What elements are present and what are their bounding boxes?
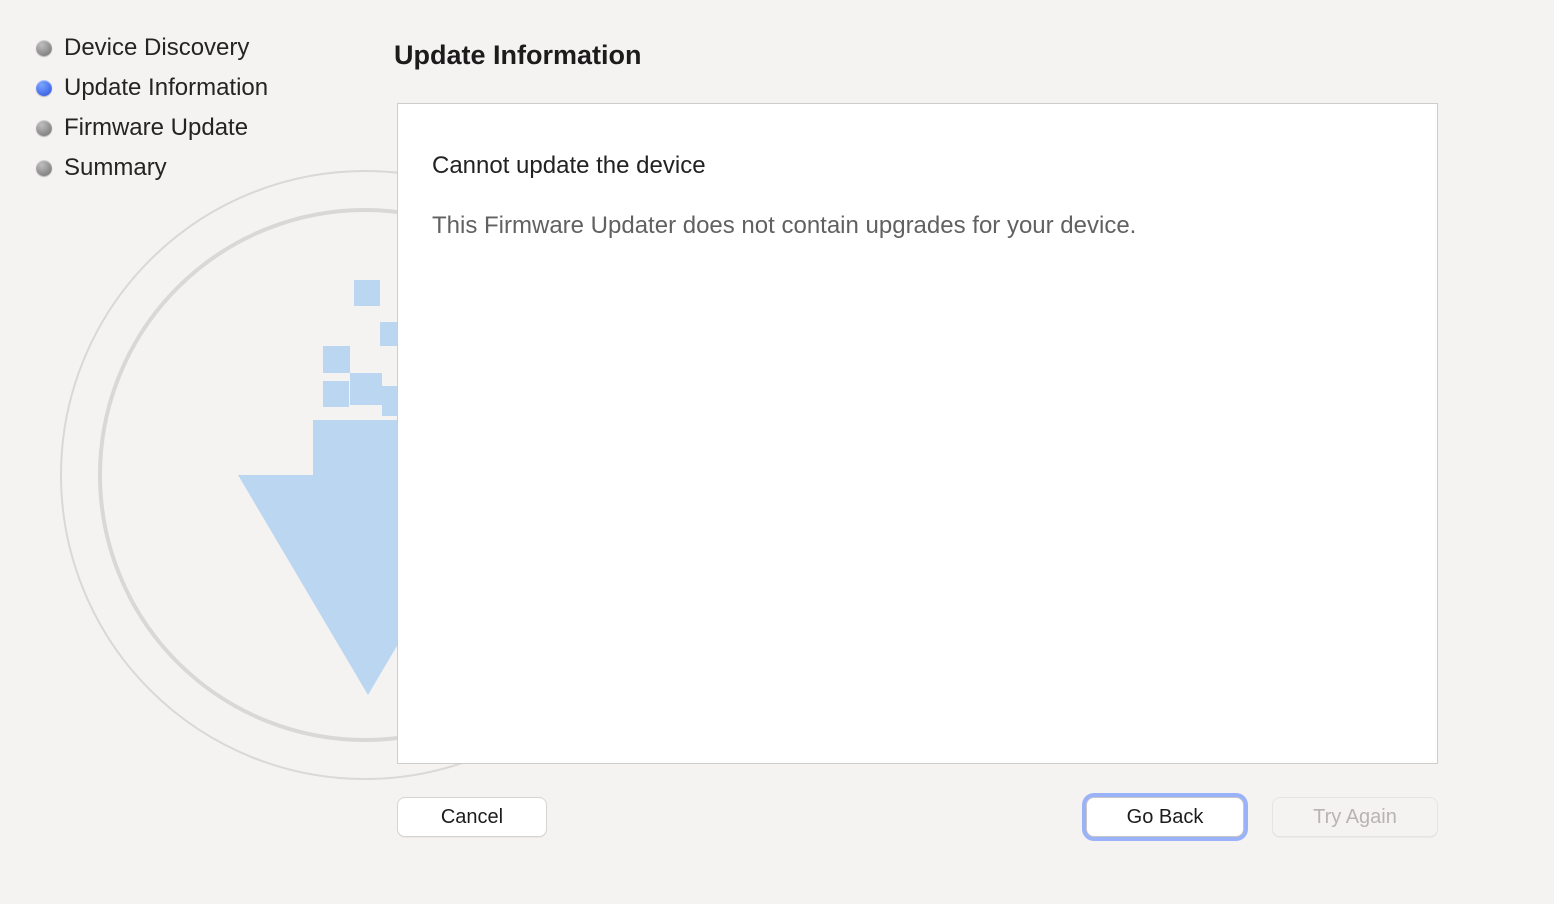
wizard-step-update-information: Update Information: [36, 74, 366, 102]
step-bullet-icon: [36, 80, 52, 96]
try-again-button: Try Again: [1272, 797, 1438, 837]
page-title: Update Information: [394, 40, 642, 71]
wizard-step-label: Update Information: [64, 74, 268, 102]
step-bullet-icon: [36, 40, 52, 56]
cancel-button[interactable]: Cancel: [397, 797, 547, 837]
wizard-step-label: Device Discovery: [64, 34, 249, 62]
content-panel: Cannot update the device This Firmware U…: [397, 103, 1438, 764]
go-back-button[interactable]: Go Back: [1086, 797, 1244, 837]
wizard-step-label: Summary: [64, 154, 167, 182]
wizard-steps-sidebar: Device Discovery Update Information Firm…: [36, 34, 366, 194]
wizard-step-device-discovery: Device Discovery: [36, 34, 366, 62]
step-bullet-icon: [36, 120, 52, 136]
step-bullet-icon: [36, 160, 52, 176]
message-body: This Firmware Updater does not contain u…: [432, 212, 1403, 240]
wizard-step-label: Firmware Update: [64, 114, 248, 142]
wizard-step-firmware-update: Firmware Update: [36, 114, 366, 142]
message-heading: Cannot update the device: [432, 152, 1403, 180]
button-row: Cancel Go Back Try Again: [397, 797, 1438, 837]
wizard-step-summary: Summary: [36, 154, 366, 182]
